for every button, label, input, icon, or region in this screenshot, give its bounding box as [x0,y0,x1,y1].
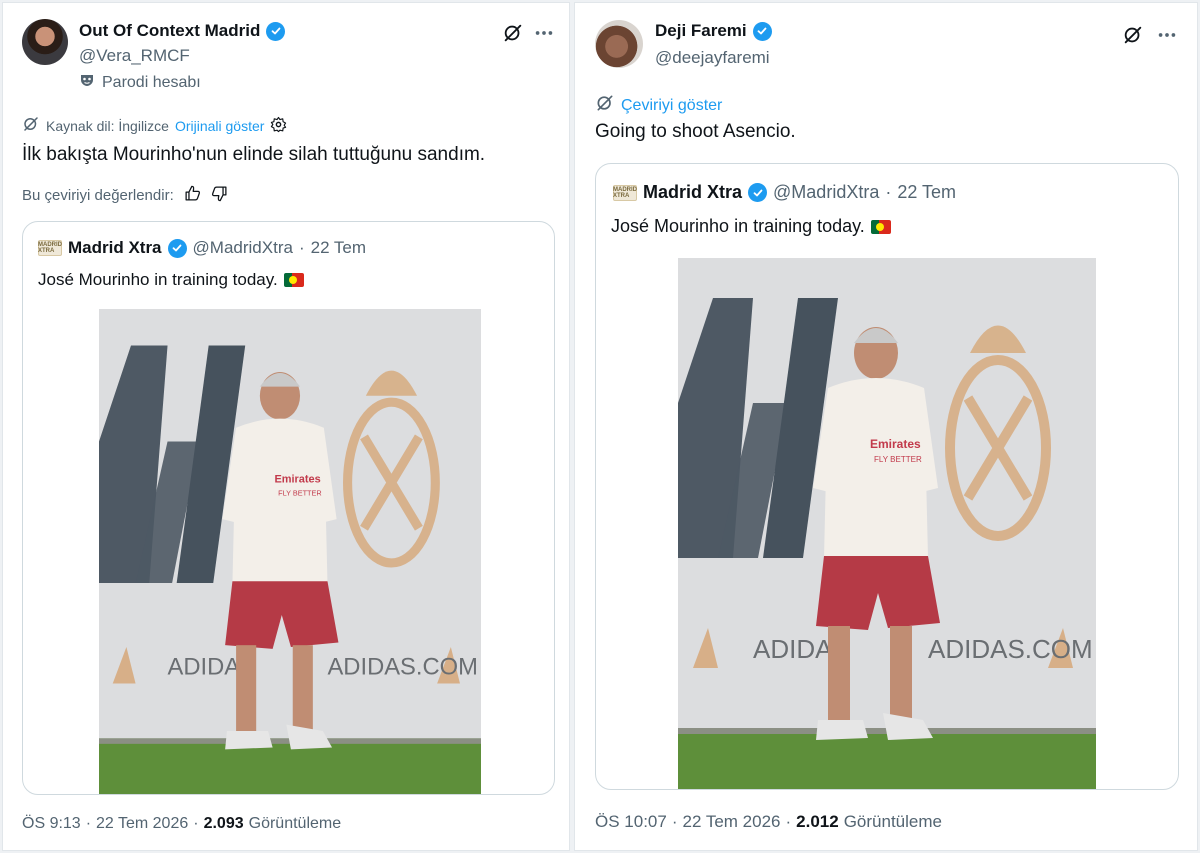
more-options-icon[interactable] [1155,23,1179,47]
quoted-tweet[interactable]: MADRID XTRA Madrid Xtra @MadridXtra · 22… [22,221,555,795]
more-options-icon[interactable] [532,21,556,45]
separator-dot: · [671,812,678,831]
parody-account-label: Parodi hesabı [80,73,201,92]
settings-gear-icon[interactable] [270,116,287,136]
separator-dot: · [193,815,199,832]
rate-translation-row: Bu çeviriyi değerlendir: [22,185,228,206]
views-label: Görüntüleme [248,815,342,832]
quoted-tweet-text: José Mourinho in training today. [611,216,865,236]
tweet-text: İlk bakışta Mourinho'nun elinde silah tu… [22,144,486,165]
madrid-xtra-logo: MADRID XTRA [613,184,637,201]
tweet-text: Going to shoot Asencio. [595,121,796,142]
tweet-timestamp[interactable]: ÖS 9:13 [22,815,81,833]
thumbs-up-icon[interactable] [184,185,201,206]
shirt-sponsor-text: Emirates [274,474,320,486]
quoted-date[interactable]: 22 Tem [311,238,366,258]
show-translation-link[interactable]: Çeviriyi göster [621,97,722,115]
tweet-timestamp[interactable]: ÖS 10:07 [595,812,667,832]
shirt-sponsor-text: Emirates [870,437,921,451]
separator-dot: · [785,812,792,831]
verified-badge-icon [167,238,187,258]
grok-icon[interactable] [501,21,525,45]
rate-translation-label: Bu çeviriyi değerlendir: [22,187,174,204]
author-name-row: Deji Faremi [655,21,772,41]
separator-dot: · [298,238,305,257]
quoted-author-handle[interactable]: @MadridXtra [193,238,293,258]
quoted-author-name[interactable]: Madrid Xtra [68,238,162,258]
training-photo[interactable]: ADIDAS ADIDAS.COM Emirates FLY BETTER [99,309,481,794]
portugal-flag-icon [283,273,304,287]
views-label: Görüntüleme [843,812,942,831]
tweet-card-right: Deji Faremi @deejayfaremi Çeviriyi göste… [574,2,1198,851]
quoted-tweet-text: José Mourinho in training today. [38,270,278,289]
author-display-name[interactable]: Out Of Context Madrid [79,21,260,41]
parody-label: Parodi hesabı [102,73,201,91]
quoted-date[interactable]: 22 Tem [897,182,956,203]
board-text-adidas-com: ADIDAS.COM [928,634,1093,664]
views-count: 2.093 [203,815,244,832]
quoted-tweet-header: MADRID XTRA Madrid Xtra @MadridXtra · 22… [613,182,956,203]
portugal-flag-icon [870,219,891,234]
shirt-sponsor-line2: FLY BETTER [278,488,322,497]
views-count: 2.012 [796,812,839,831]
source-language-label: Kaynak dil: İngilizce [46,117,169,134]
board-text-adidas-com: ADIDAS.COM [327,653,477,680]
quoted-tweet-header: MADRID XTRA Madrid Xtra @MadridXtra · 22… [38,238,366,258]
quoted-author-handle[interactable]: @MadridXtra [773,182,879,203]
verified-badge-icon [748,183,768,202]
quoted-tweet-text-row: José Mourinho in training today. [611,216,891,237]
show-original-link[interactable]: Orijinali göster [175,118,264,134]
avatar[interactable] [22,19,68,65]
tweet-meta-row: ÖS 9:13 · 22 Tem 2026 · 2.093 Görüntülem… [22,815,341,833]
author-handle[interactable]: @Vera_RMCF [79,46,190,66]
translation-row: Çeviriyi göster [595,93,722,118]
quoted-tweet-text-row: José Mourinho in training today. [38,270,304,290]
tweet-date[interactable]: 22 Tem 2026 [96,815,188,833]
separator-dot: · [885,182,892,202]
training-photo[interactable]: ADIDAS ADIDAS.COM Emirates FLY BETTER [678,258,1096,789]
quoted-author-name[interactable]: Madrid Xtra [643,182,742,203]
tweet-meta-row: ÖS 10:07 · 22 Tem 2026 · 2.012 Görüntüle… [595,812,942,832]
thumbs-down-icon[interactable] [211,185,228,206]
translation-info-row: Kaynak dil: İngilizce Orijinali göster [22,115,287,136]
tweet-date[interactable]: 22 Tem 2026 [683,812,781,832]
mask-icon [80,73,94,92]
avatar[interactable] [595,20,643,68]
author-handle[interactable]: @deejayfaremi [655,48,770,68]
shirt-sponsor-line2: FLY BETTER [874,455,922,464]
translate-icon [22,115,40,136]
separator-dot: · [85,815,92,832]
verified-badge-icon [266,21,286,41]
verified-badge-icon [752,21,772,41]
translate-icon [595,93,615,118]
author-name-row: Out Of Context Madrid [79,21,286,41]
tweet-card-left: Out Of Context Madrid @Vera_RMCF Parodi … [2,2,570,851]
madrid-xtra-logo: MADRID XTRA [38,240,62,256]
grok-icon[interactable] [1121,23,1145,47]
quoted-tweet[interactable]: MADRID XTRA Madrid Xtra @MadridXtra · 22… [595,163,1179,790]
author-display-name[interactable]: Deji Faremi [655,21,747,41]
